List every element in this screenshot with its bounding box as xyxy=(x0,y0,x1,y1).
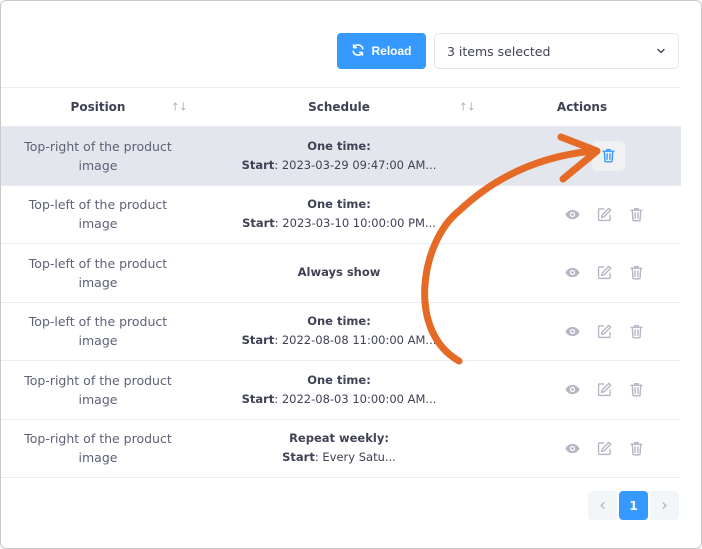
table-row: Top-right of the product image One time:… xyxy=(1,361,681,420)
column-header-label: Position xyxy=(70,100,126,114)
sort-icon[interactable]: ↑↓ xyxy=(459,101,476,114)
eye-icon[interactable] xyxy=(559,377,585,403)
pagination: 1 xyxy=(588,491,679,520)
trash-icon[interactable] xyxy=(623,260,649,286)
trash-icon[interactable] xyxy=(623,377,649,403)
schedule-start: Start: 2023-03-29 09:47:00 AM... xyxy=(195,156,483,175)
column-header-label: Schedule xyxy=(308,100,370,114)
refresh-icon xyxy=(351,43,365,60)
start-value: : 2023-03-10 10:00:00 PM... xyxy=(274,216,436,231)
table-row: Top-right of the product image One time:… xyxy=(1,127,681,186)
column-header-label: Actions xyxy=(556,100,608,114)
actions-cell xyxy=(483,140,681,171)
row-actions xyxy=(483,201,681,227)
start-value: : 2023-03-29 09:47:00 AM... xyxy=(274,157,437,172)
table-row: Top-right of the product image Repeat we… xyxy=(1,420,681,478)
start-value: : 2022-08-08 11:00:00 AM... xyxy=(274,333,437,348)
table-body: Top-right of the product image One time:… xyxy=(1,127,681,478)
edit-icon[interactable] xyxy=(591,377,617,403)
bulk-selection-dropdown[interactable]: 3 items selected xyxy=(434,33,679,69)
schedule-type: One time: xyxy=(307,138,371,153)
reload-button[interactable]: Reload xyxy=(337,33,426,69)
schedule-type: One time: xyxy=(307,372,371,387)
position-cell: Top-left of the product image xyxy=(28,255,168,290)
table-row: Top-left of the product image Always sho… xyxy=(1,244,681,303)
position-cell: Top-right of the product image xyxy=(24,372,172,407)
trash-icon[interactable] xyxy=(623,435,649,461)
row-actions xyxy=(483,377,681,403)
sort-icon[interactable]: ↑↓ xyxy=(171,101,188,114)
actions-cell xyxy=(483,260,681,286)
start-label: Start xyxy=(241,333,275,348)
row-actions xyxy=(483,318,681,344)
start-value: : 2022-08-03 10:00:00 AM... xyxy=(274,391,437,406)
position-cell: Top-left of the product image xyxy=(28,314,168,349)
start-label: Start xyxy=(242,216,275,231)
column-header-actions: Actions xyxy=(483,100,681,114)
schedule-type: Repeat weekly: xyxy=(289,431,389,446)
edit-icon[interactable] xyxy=(591,318,617,344)
eye-icon[interactable] xyxy=(559,318,585,344)
start-label: Start xyxy=(241,391,275,406)
trash-icon[interactable] xyxy=(623,318,649,344)
actions-cell xyxy=(483,318,681,344)
eye-icon[interactable] xyxy=(559,435,585,461)
chevron-right-icon xyxy=(660,499,669,513)
schedule-start: Start: 2023-03-10 10:00:00 PM... xyxy=(195,214,483,233)
column-header-schedule[interactable]: Schedule ↑↓ xyxy=(195,100,483,114)
chevron-down-icon xyxy=(656,44,666,59)
selection-count-text: 3 items selected xyxy=(447,43,551,59)
table-row: Top-left of the product image One time: S… xyxy=(1,186,681,244)
actions-cell xyxy=(483,377,681,403)
schedule-start: Start: 2022-08-08 11:00:00 AM... xyxy=(195,331,483,350)
schedule-cell: One time: Start: 2022-08-03 10:00:00 AM..… xyxy=(195,371,483,409)
eye-icon[interactable] xyxy=(559,201,585,227)
edit-icon[interactable] xyxy=(591,201,617,227)
start-label: Start xyxy=(282,450,315,465)
previous-page-button[interactable] xyxy=(588,491,617,520)
schedule-start: Start: 2022-08-03 10:00:00 AM... xyxy=(195,390,483,409)
trash-icon[interactable] xyxy=(591,140,625,171)
position-cell: Top-right of the product image xyxy=(24,431,172,466)
toolbar: Reload 3 items selected xyxy=(337,33,679,69)
page-button-current[interactable]: 1 xyxy=(619,491,648,520)
start-label: Start xyxy=(241,157,275,172)
reload-label: Reload xyxy=(371,44,412,58)
schedule-type: Always show xyxy=(297,265,381,280)
table-row: Top-left of the product image One time: S… xyxy=(1,303,681,361)
trash-icon[interactable] xyxy=(623,201,649,227)
chevron-left-icon xyxy=(598,499,607,513)
next-page-button[interactable] xyxy=(650,491,679,520)
edit-icon[interactable] xyxy=(591,435,617,461)
row-actions xyxy=(483,140,681,171)
schedule-cell: One time: Start: 2023-03-29 09:47:00 AM..… xyxy=(195,137,483,175)
schedules-table: Position ↑↓ Schedule ↑↓ Actions Top-righ… xyxy=(1,87,681,478)
edit-icon[interactable] xyxy=(591,260,617,286)
schedule-cell: One time: Start: 2023-03-10 10:00:00 PM..… xyxy=(195,195,483,233)
schedule-type: One time: xyxy=(307,314,371,329)
table-header: Position ↑↓ Schedule ↑↓ Actions xyxy=(1,87,681,127)
position-cell: Top-right of the product image xyxy=(24,138,172,173)
schedule-start: Start: Every Satu... xyxy=(195,448,483,467)
schedule-cell: Repeat weekly: Start: Every Satu... xyxy=(195,429,483,467)
position-cell: Top-left of the product image xyxy=(28,197,168,232)
eye-icon[interactable] xyxy=(559,260,585,286)
actions-cell xyxy=(483,201,681,227)
actions-cell xyxy=(483,435,681,461)
row-actions xyxy=(483,260,681,286)
schedule-cell: Always show xyxy=(195,263,483,282)
start-value: : Every Satu... xyxy=(314,450,396,465)
row-actions xyxy=(483,435,681,461)
panel: Reload 3 items selected Position ↑↓ Sche… xyxy=(0,0,702,549)
schedule-cell: One time: Start: 2022-08-08 11:00:00 AM..… xyxy=(195,312,483,350)
schedule-type: One time: xyxy=(307,197,371,212)
column-header-position[interactable]: Position ↑↓ xyxy=(1,100,195,114)
